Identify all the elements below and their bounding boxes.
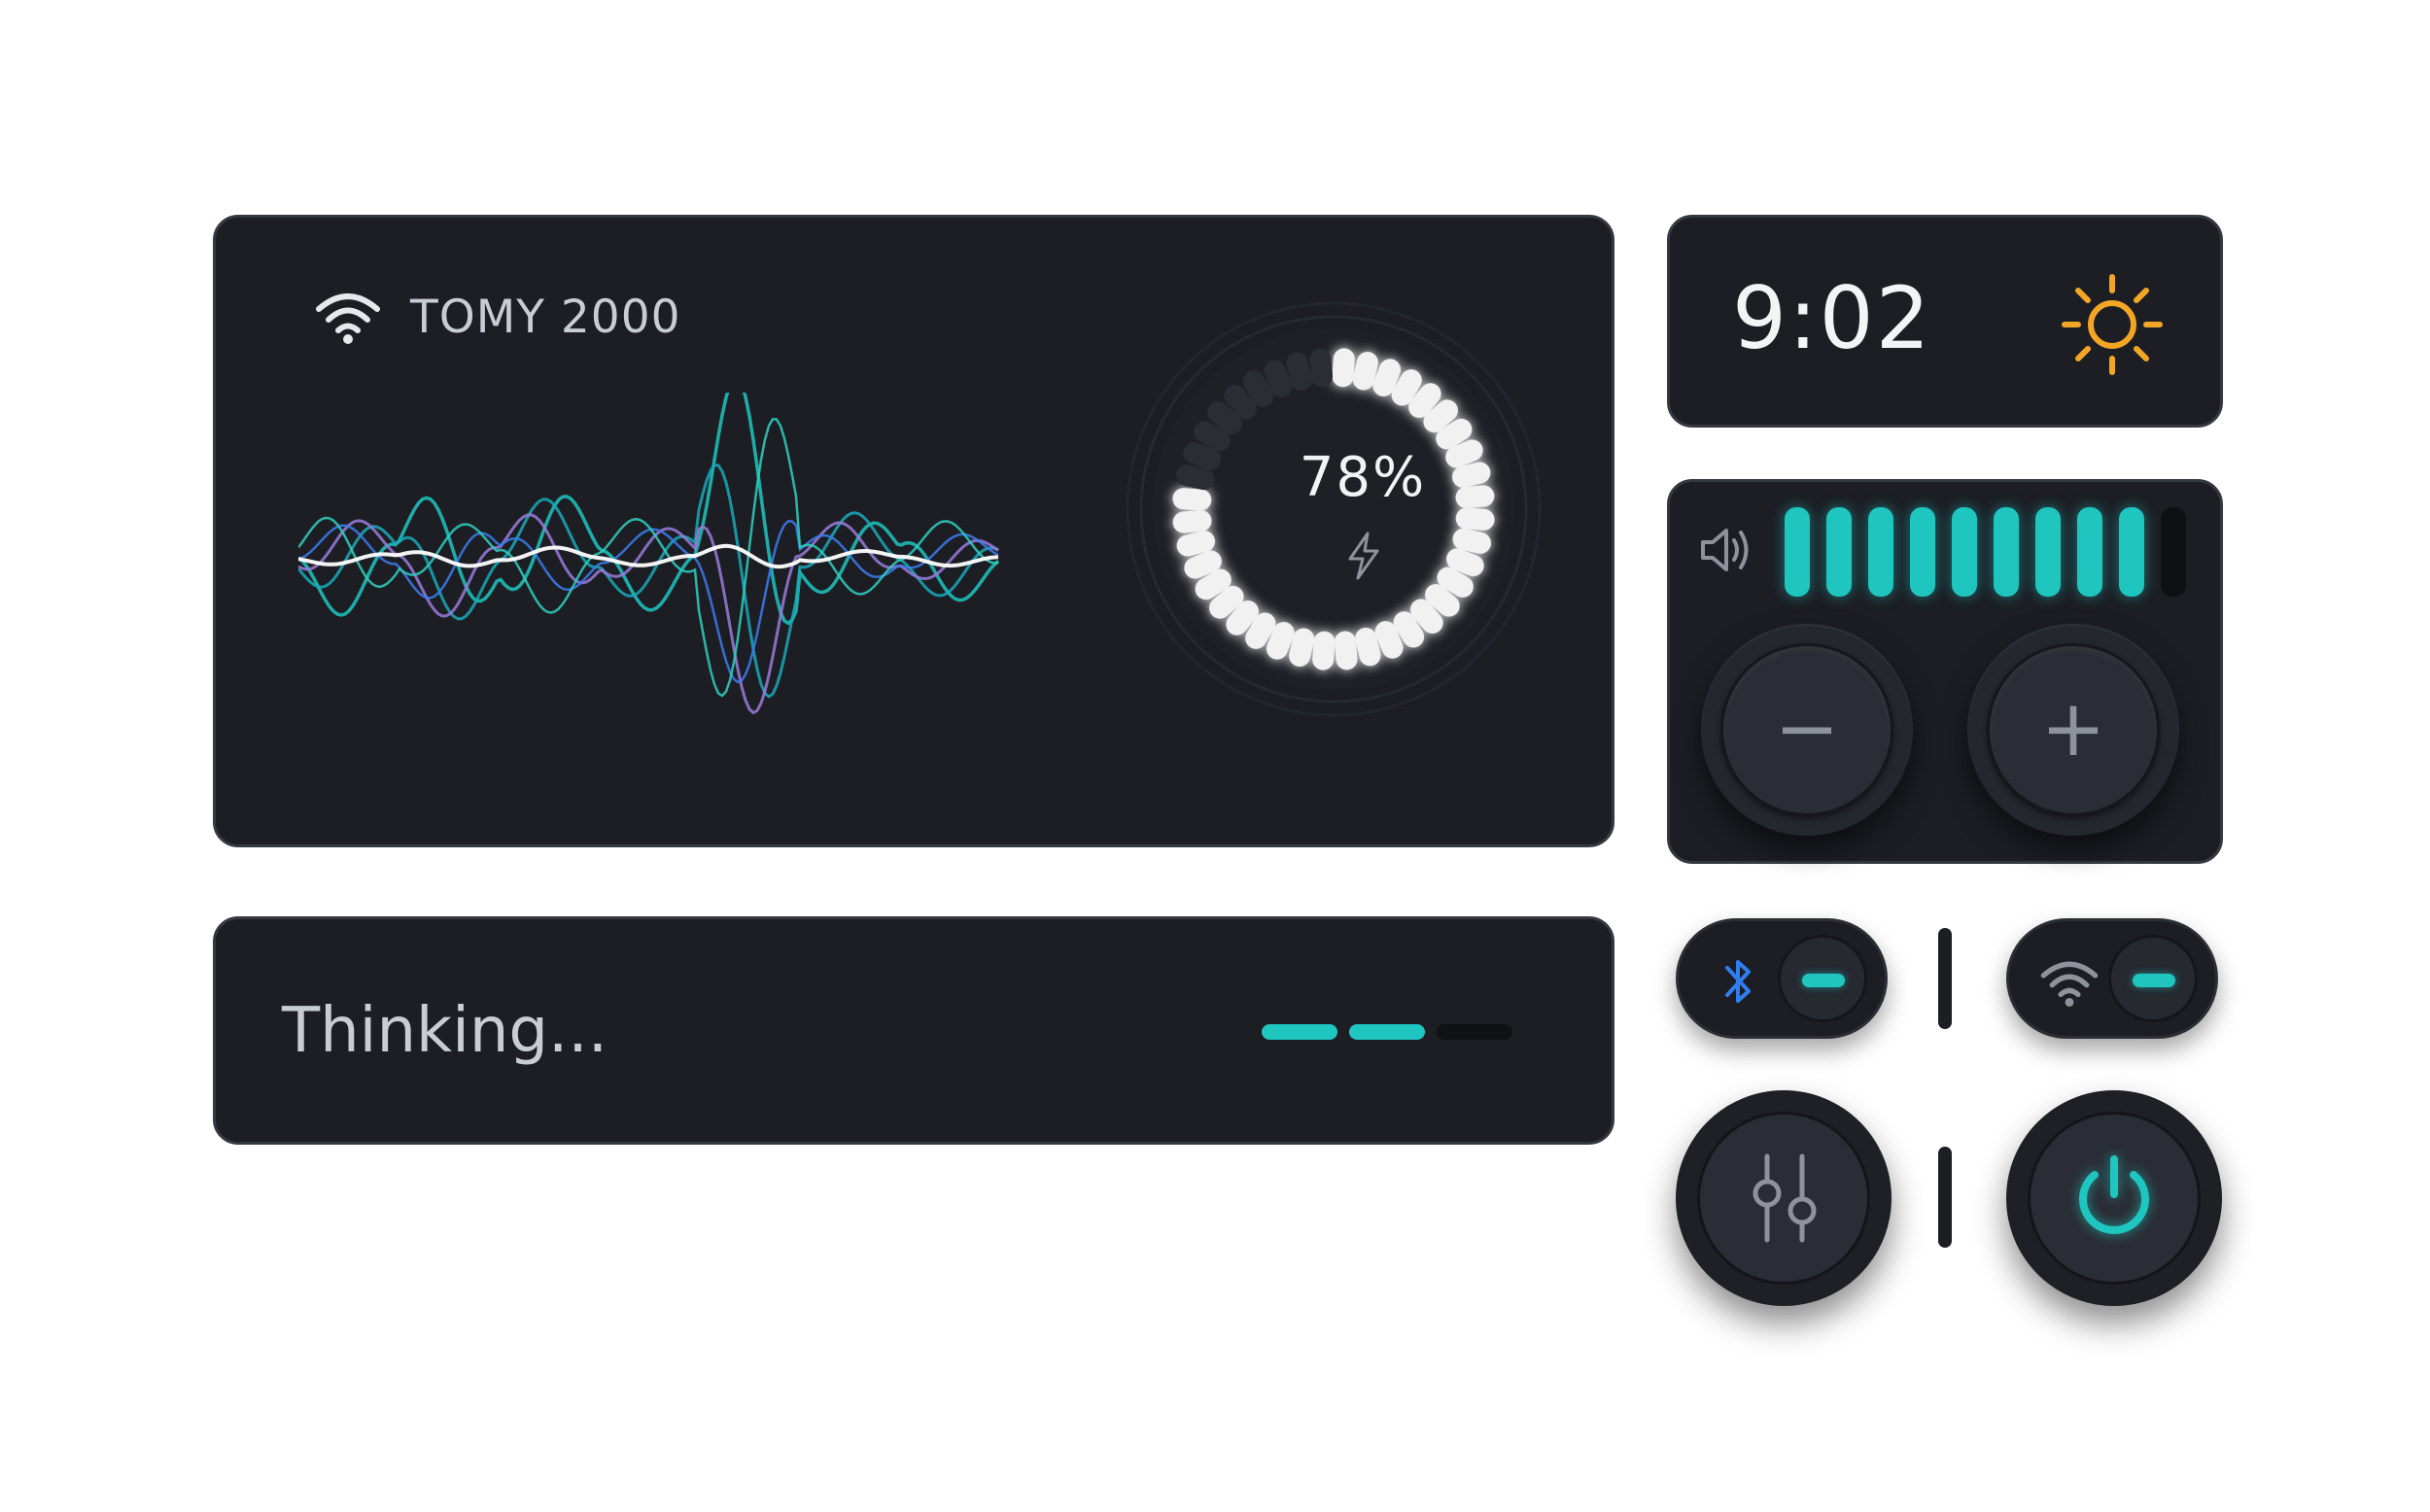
volume-bar: [1785, 507, 1810, 597]
volume-bar: [2119, 507, 2144, 597]
wifi-toggle[interactable]: [2006, 918, 2218, 1039]
divider: [1938, 1147, 1952, 1248]
wifi-icon: [2040, 961, 2099, 1007]
waveform-line: [298, 513, 999, 715]
volume-bar: [2161, 507, 2186, 597]
voice-waveform: [298, 393, 1000, 715]
battery-segment: [1312, 631, 1336, 670]
volume-bar: [1994, 507, 2019, 597]
progress-dash: [1437, 1024, 1512, 1040]
waveform-line: [298, 464, 999, 699]
sliders-icon: [1753, 1153, 1817, 1243]
toggle-thumb[interactable]: [1778, 935, 1867, 1022]
volume-bar: [2077, 507, 2102, 597]
bluetooth-icon: [1725, 960, 1751, 1003]
progress-dash: [1349, 1024, 1425, 1040]
divider: [1938, 928, 1952, 1029]
settings-button[interactable]: [1676, 1090, 1892, 1306]
volume-bar: [1868, 507, 1893, 597]
bluetooth-toggle[interactable]: [1676, 918, 1888, 1039]
volume-panel: − +: [1667, 479, 2223, 864]
minus-icon: −: [1774, 683, 1840, 773]
clock-time: 9:02: [1732, 268, 1932, 368]
status-text: Thinking...: [282, 995, 608, 1067]
device-name: TOMY 2000: [410, 290, 681, 344]
battery-segment: [1332, 348, 1355, 388]
wifi-icon: [316, 293, 380, 344]
status-panel: Thinking...: [213, 916, 1614, 1145]
toggle-indicator: [1802, 974, 1845, 987]
power-icon: [2079, 1155, 2149, 1234]
battery-segment: [1172, 488, 1212, 511]
voice-assistant-panel: TOMY 2000 78%: [213, 215, 1614, 847]
toggle-indicator: [2133, 974, 2175, 987]
power-button[interactable]: [2006, 1090, 2222, 1306]
sun-icon: [2062, 274, 2163, 375]
toggle-thumb[interactable]: [2108, 935, 2198, 1022]
bolt-icon: [1348, 532, 1379, 580]
volume-decrease-button[interactable]: −: [1701, 624, 1913, 836]
device-header: TOMY 2000: [313, 288, 681, 346]
volume-bar: [1910, 507, 1935, 597]
volume-bar: [2035, 507, 2061, 597]
battery-percent: 78%: [1299, 446, 1427, 509]
battery-segment: [1455, 507, 1495, 531]
progress-dash: [1262, 1024, 1337, 1040]
plus-icon: +: [2040, 683, 2106, 773]
volume-bar: [1952, 507, 1977, 597]
speaker-icon: [1701, 529, 1749, 571]
volume-bar: [1826, 507, 1852, 597]
waveform-line: [298, 393, 1000, 626]
volume-increase-button[interactable]: +: [1967, 624, 2179, 836]
clock-panel: 9:02: [1667, 215, 2223, 428]
battery-ring: [1126, 301, 1542, 717]
